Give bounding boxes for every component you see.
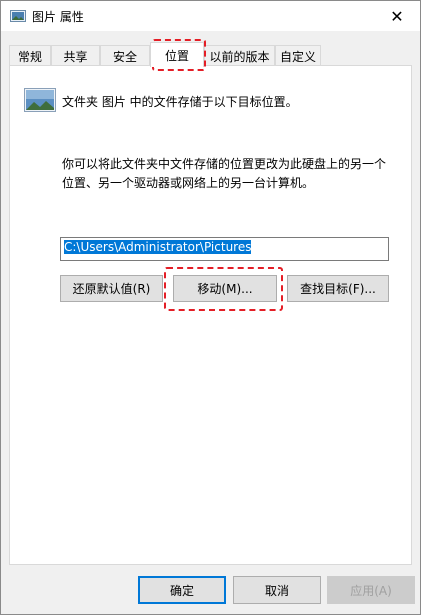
path-value: C:\Users\Administrator\Pictures [64,240,252,254]
tab-label: 常规 [17,49,42,64]
title-bar[interactable]: 图片 属性 ✕ [1,1,420,31]
tab-general[interactable]: 常规 [9,45,51,66]
cancel-button[interactable]: 取消 [233,576,321,604]
location-help-text: 你可以将此文件夹中文件存储的位置更改为此硬盘上的另一个位置、另一个驱动器或网络上… [62,157,387,190]
tab-customize[interactable]: 自定义 [275,45,321,66]
restore-default-button[interactable]: 还原默认值(R) [60,275,163,302]
button-label: 应用(A) [350,583,392,598]
path-input[interactable]: C:\Users\Administrator\Pictures [60,237,389,261]
move-button[interactable]: 移动(M)... [173,275,277,302]
location-panel: 文件夹 图片 中的文件存储于以下目标位置。 你可以将此文件夹中文件存储的位置更改… [9,65,412,565]
close-icon: ✕ [390,6,404,26]
location-summary: 文件夹 图片 中的文件存储于以下目标位置。 [62,95,298,109]
tab-label: 共享 [63,49,88,64]
tab-label: 自定义 [279,49,316,64]
tab-security[interactable]: 安全 [100,45,150,66]
button-label: 移动(M)... [197,282,253,296]
button-label: 还原默认值(R) [72,282,151,296]
properties-window: 图片 属性 ✕ 常规 共享 安全 位置 以前的版本 自定义 文件夹 图片 中的文… [0,0,421,615]
tab-label: 安全 [112,49,137,64]
button-label: 取消 [264,583,289,598]
tab-location[interactable]: 位置 [150,42,204,67]
window-title: 图片 属性 [32,10,84,24]
tab-previous-versions[interactable]: 以前的版本 [204,45,275,66]
apply-button[interactable]: 应用(A) [327,576,415,604]
tab-label: 位置 [164,48,189,63]
pictures-folder-icon [24,88,56,112]
tab-label: 以前的版本 [209,49,270,64]
tab-sharing[interactable]: 共享 [51,45,100,66]
button-label: 确定 [169,583,194,598]
find-target-button[interactable]: 查找目标(F)... [287,275,389,302]
button-label: 查找目标(F)... [300,282,376,296]
pictures-folder-icon [10,10,26,22]
ok-button[interactable]: 确定 [138,576,226,604]
close-button[interactable]: ✕ [374,1,420,31]
